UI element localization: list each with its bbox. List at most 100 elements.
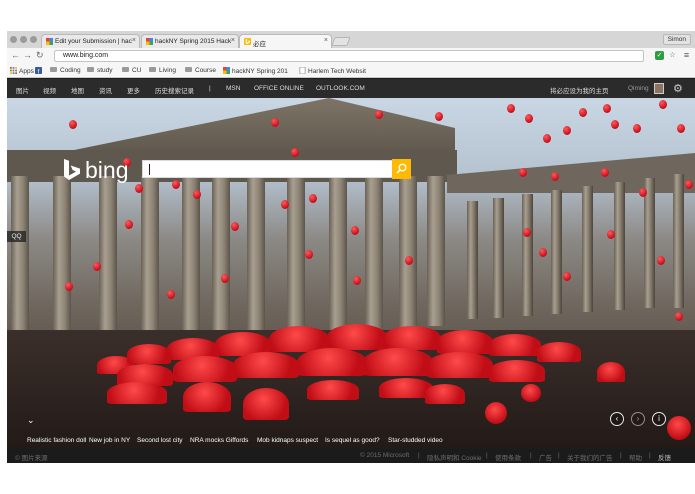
red-umbrella (489, 334, 541, 356)
tab-bing[interactable]: 必应 × (239, 34, 332, 48)
news-item[interactable]: Realistic fashion doll (27, 437, 86, 444)
bookmark-star-icon[interactable]: ☆ (668, 51, 677, 60)
tab-title: Edit your Submission | hac (55, 38, 132, 45)
bing-logo[interactable]: bing (63, 157, 128, 184)
forward-arrow-icon[interactable]: → (23, 50, 32, 60)
reload-icon[interactable]: ↻ (36, 50, 44, 61)
next-image-icon[interactable]: › (631, 412, 645, 426)
red-balloon (563, 126, 571, 135)
news-item[interactable]: NRA mocks Giffords (190, 437, 248, 444)
copyright-text: © 2015 Microsoft (360, 452, 410, 459)
menu-icon[interactable]: ≡ (682, 51, 691, 60)
user-name[interactable]: Qiming (628, 85, 649, 92)
previous-image-icon[interactable]: ‹ (610, 412, 624, 426)
new-tab-button[interactable] (331, 37, 351, 46)
avatar[interactable] (654, 83, 664, 94)
red-balloon (579, 108, 587, 117)
folder-icon (149, 67, 156, 72)
info-icon[interactable]: i (652, 412, 666, 426)
nav-images[interactable]: 图片 (16, 85, 29, 95)
column (399, 176, 417, 330)
folder-icon (122, 67, 129, 72)
browser-toolbar: ← → ↻ www.bing.com ✓ ☆ ≡ (7, 48, 695, 64)
red-balloon (519, 168, 527, 177)
nav-maps[interactable]: 地图 (71, 85, 84, 95)
column (493, 198, 504, 318)
browser-window: Edit your Submission | hac × hackNY Spri… (7, 31, 695, 463)
red-umbrella (425, 384, 465, 404)
shield-extension-icon[interactable]: ✓ (655, 51, 664, 60)
tab-title: 必应 (253, 41, 266, 48)
red-balloon (523, 228, 531, 237)
feedback-link[interactable]: 反馈 (658, 452, 671, 462)
tab-hackny[interactable]: hackNY Spring 2015 Hack × (141, 34, 239, 48)
bookmark-apps[interactable]: Apps (10, 67, 34, 75)
red-umbrella (173, 356, 237, 382)
red-balloon (69, 120, 77, 129)
news-item[interactable]: Star-studded video (388, 437, 443, 444)
bookmark-living[interactable]: Living (149, 67, 176, 74)
profile-button[interactable]: Simon (662, 34, 691, 45)
column (182, 176, 200, 342)
advertise-link[interactable]: 广告 (539, 452, 552, 462)
image-credit-link[interactable]: © 图片来源 (15, 452, 48, 462)
close-window-icon[interactable] (10, 36, 17, 43)
red-balloon (125, 220, 133, 229)
nav-videos[interactable]: 视频 (43, 85, 56, 95)
tab-edit-submission[interactable]: Edit your Submission | hac × (41, 34, 140, 48)
bookmark-course[interactable]: Course (185, 67, 216, 74)
nav-search-history[interactable]: 历史搜索记录 (155, 85, 194, 95)
red-balloon (639, 188, 647, 197)
close-tab-icon[interactable]: × (324, 37, 328, 44)
chevron-down-icon[interactable]: ⌄ (27, 415, 35, 426)
gear-icon[interactable]: ⚙ (673, 82, 683, 95)
nav-more[interactable]: 更多 (127, 85, 140, 95)
news-item[interactable]: Second lost city (137, 437, 183, 444)
red-balloon (281, 200, 289, 209)
facebook-icon: f (35, 67, 42, 74)
red-balloon (405, 256, 413, 265)
footer-divider: | (486, 452, 488, 459)
nav-news[interactable]: 资讯 (99, 85, 112, 95)
privacy-link[interactable]: 隐私声明和 Cookie (427, 452, 482, 462)
footer-divider: | (530, 452, 532, 459)
bookmark-hackny[interactable]: hackNY Spring 201 (223, 67, 288, 75)
nav-outlook[interactable]: OUTLOOK.COM (316, 85, 365, 92)
search-input[interactable] (142, 160, 394, 178)
qq-tab[interactable]: QQ (7, 231, 26, 242)
red-balloon (271, 118, 279, 127)
set-homepage-link[interactable]: 将必应设为我的主页 (550, 85, 609, 95)
red-balloon (221, 274, 229, 283)
bookmark-facebook[interactable]: f (35, 67, 44, 75)
zoom-window-icon[interactable] (30, 36, 37, 43)
bookmark-study[interactable]: study (87, 67, 113, 74)
column (329, 176, 347, 334)
close-tab-icon[interactable]: × (132, 37, 136, 44)
red-umbrella (427, 352, 493, 378)
bookmark-harlem-tech[interactable]: Harlem Tech Websit (299, 67, 366, 75)
red-umbrella (437, 330, 493, 354)
nav-office-online[interactable]: OFFICE ONLINE (254, 85, 304, 92)
bing-footer: © 图片来源 © 2015 Microsoft | 隐私声明和 Cookie |… (7, 449, 695, 463)
nav-msn[interactable]: MSN (226, 85, 240, 92)
help-link[interactable]: 帮助 (629, 452, 642, 462)
column (614, 182, 625, 310)
red-balloon (435, 112, 443, 121)
bookmark-cu[interactable]: CU (122, 67, 141, 74)
red-balloon (231, 222, 239, 231)
address-bar[interactable]: www.bing.com (54, 50, 644, 62)
red-balloon (65, 282, 73, 291)
about-ads-link[interactable]: 关于我们的广告 (567, 452, 613, 462)
red-balloon (172, 180, 180, 189)
bookmark-coding[interactable]: Coding (50, 67, 81, 74)
minimize-window-icon[interactable] (20, 36, 27, 43)
news-item[interactable]: New job in NY (89, 437, 130, 444)
close-tab-icon[interactable]: × (231, 37, 235, 44)
red-balloon (193, 190, 201, 199)
news-item[interactable]: Mob kidnaps suspect (257, 437, 318, 444)
terms-link[interactable]: 使用条款 (495, 452, 521, 462)
red-balloon (601, 168, 609, 177)
search-button[interactable] (392, 159, 411, 179)
news-item[interactable]: Is sequel as good? (325, 437, 380, 444)
back-arrow-icon[interactable]: ← (11, 50, 20, 60)
